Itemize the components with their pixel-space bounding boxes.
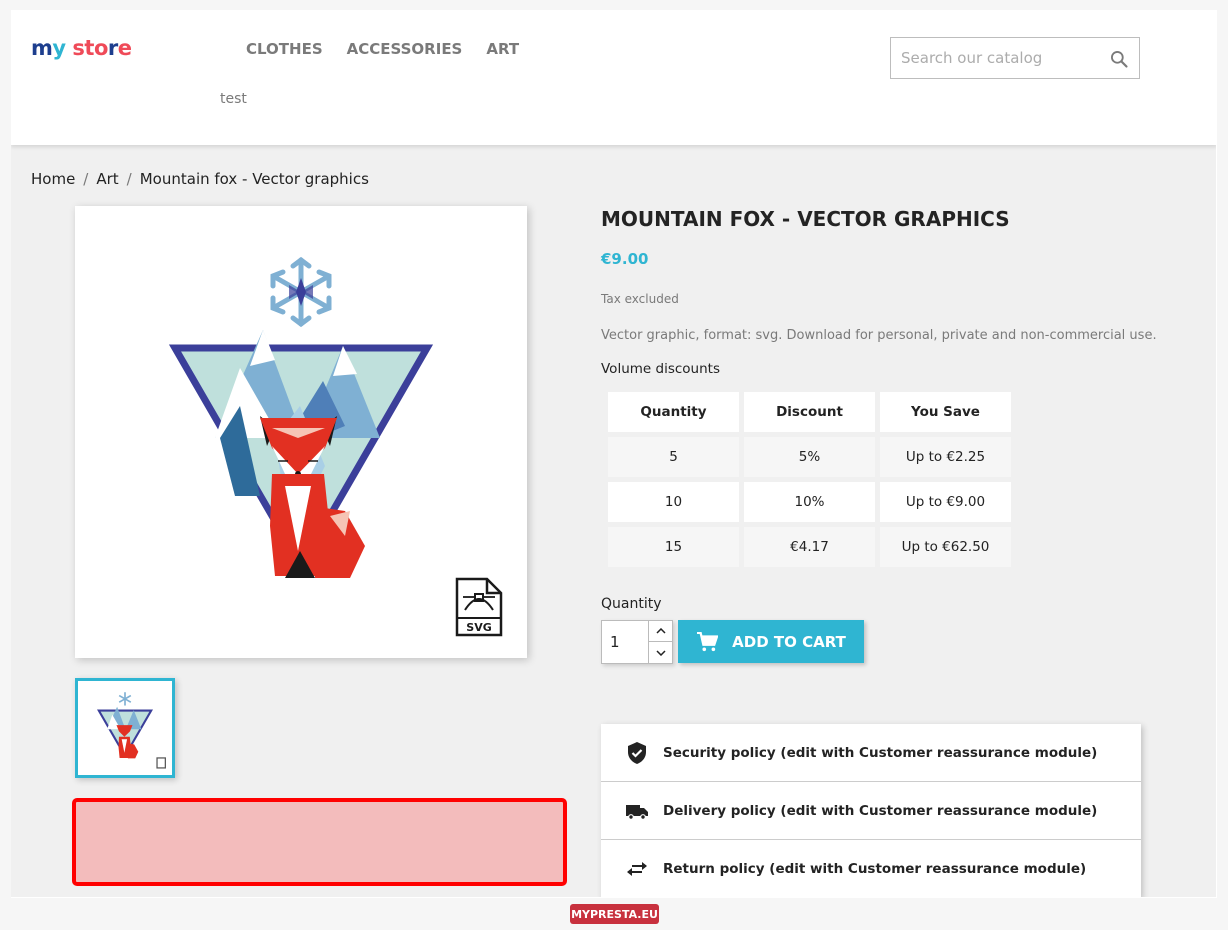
- snowflake-icon: [270, 256, 332, 328]
- nav-clothes[interactable]: CLOTHES: [246, 40, 323, 58]
- search-box: [890, 37, 1140, 79]
- logo-letter: r: [107, 36, 118, 60]
- add-to-cart-button[interactable]: ADD TO CART: [678, 620, 864, 663]
- cell-you-save: Up to €62.50: [880, 527, 1011, 567]
- table-row: 5 5% Up to €2.25: [608, 437, 1011, 477]
- add-to-cart-label: ADD TO CART: [732, 632, 846, 651]
- svg-file-icon: SVG: [455, 577, 503, 637]
- quantity-increase-button[interactable]: [648, 621, 672, 642]
- reassurance-label: Security policy (edit with Customer reas…: [663, 744, 1098, 761]
- volume-discounts-table: Quantity Discount You Save 5 5% Up to €2…: [603, 387, 1016, 572]
- shield-check-icon: [628, 741, 646, 764]
- mypresta-badge[interactable]: MYPRESTA.EU: [570, 904, 659, 924]
- product-title: MOUNTAIN FOX - VECTOR GRAPHICS: [601, 207, 1010, 231]
- product-price: €9.00: [601, 250, 649, 268]
- breadcrumb-home[interactable]: Home: [31, 170, 75, 188]
- logo-letter: y: [52, 36, 66, 60]
- cell-you-save: Up to €9.00: [880, 482, 1011, 522]
- chevron-up-icon: [655, 628, 666, 634]
- product-description: Vector graphic, format: svg. Download fo…: [601, 328, 1157, 343]
- reassurance-block: Security policy (edit with Customer reas…: [601, 724, 1141, 897]
- logo-letter: o: [93, 36, 108, 60]
- breadcrumb: Home / Art / Mountain fox - Vector graph…: [31, 170, 369, 188]
- cart-icon: [697, 631, 719, 651]
- cell-quantity: 5: [608, 437, 739, 477]
- main-nav: CLOTHES ACCESSORIES ART: [246, 40, 543, 58]
- tax-label: Tax excluded: [601, 292, 679, 306]
- product-main-image[interactable]: SVG: [75, 206, 527, 658]
- reassurance-item-delivery: Delivery policy (edit with Customer reas…: [601, 782, 1141, 840]
- breadcrumb-current: Mountain fox - Vector graphics: [139, 170, 369, 188]
- subnav-test-link[interactable]: test: [220, 91, 247, 107]
- table-header-row: Quantity Discount You Save: [608, 392, 1011, 432]
- logo-letter: e: [117, 36, 132, 60]
- reassurance-item-return: Return policy (edit with Customer reassu…: [601, 840, 1141, 897]
- breadcrumb-art[interactable]: Art: [96, 170, 118, 188]
- column-header-quantity: Quantity: [608, 392, 739, 432]
- swap-arrows-icon: [627, 862, 647, 876]
- thumbnail-image: [96, 692, 166, 769]
- cell-quantity: 15: [608, 527, 739, 567]
- table-row: 15 €4.17 Up to €62.50: [608, 527, 1011, 567]
- cell-you-save: Up to €2.25: [880, 437, 1011, 477]
- cell-discount: 5%: [744, 437, 875, 477]
- highlight-box: [72, 798, 567, 886]
- truck-icon: [626, 804, 648, 820]
- product-thumbnail[interactable]: [75, 678, 175, 778]
- cell-quantity: 10: [608, 482, 739, 522]
- logo-letter: [66, 36, 73, 60]
- reassurance-label: Return policy (edit with Customer reassu…: [663, 861, 1087, 877]
- store-logo[interactable]: my store: [31, 36, 132, 60]
- nav-accessories[interactable]: ACCESSORIES: [347, 40, 463, 58]
- column-header-discount: Discount: [744, 392, 875, 432]
- search-input[interactable]: [901, 48, 1101, 68]
- quantity-decrease-button[interactable]: [648, 642, 672, 663]
- nav-art[interactable]: ART: [486, 40, 519, 58]
- quantity-label: Quantity: [601, 596, 662, 612]
- search-icon[interactable]: [1109, 49, 1129, 69]
- reassurance-label: Delivery policy (edit with Customer reas…: [663, 802, 1098, 819]
- logo-letter: s: [72, 36, 85, 60]
- reassurance-item-security: Security policy (edit with Customer reas…: [601, 724, 1141, 782]
- svg-text:SVG: SVG: [466, 621, 491, 634]
- chevron-down-icon: [655, 649, 666, 656]
- table-row: 10 10% Up to €9.00: [608, 482, 1011, 522]
- logo-letter: t: [84, 36, 94, 60]
- volume-discounts-label: Volume discounts: [601, 361, 720, 377]
- column-header-you-save: You Save: [880, 392, 1011, 432]
- quantity-input[interactable]: [610, 631, 646, 653]
- breadcrumb-separator: /: [83, 170, 89, 188]
- breadcrumb-separator: /: [126, 170, 132, 188]
- page: my store CLOTHES ACCESSORIES ART test Ho…: [11, 10, 1217, 898]
- logo-letter: m: [31, 36, 53, 60]
- quantity-stepper: [601, 620, 673, 664]
- cell-discount: €4.17: [744, 527, 875, 567]
- cell-discount: 10%: [744, 482, 875, 522]
- site-header: my store CLOTHES ACCESSORIES ART test: [11, 10, 1216, 145]
